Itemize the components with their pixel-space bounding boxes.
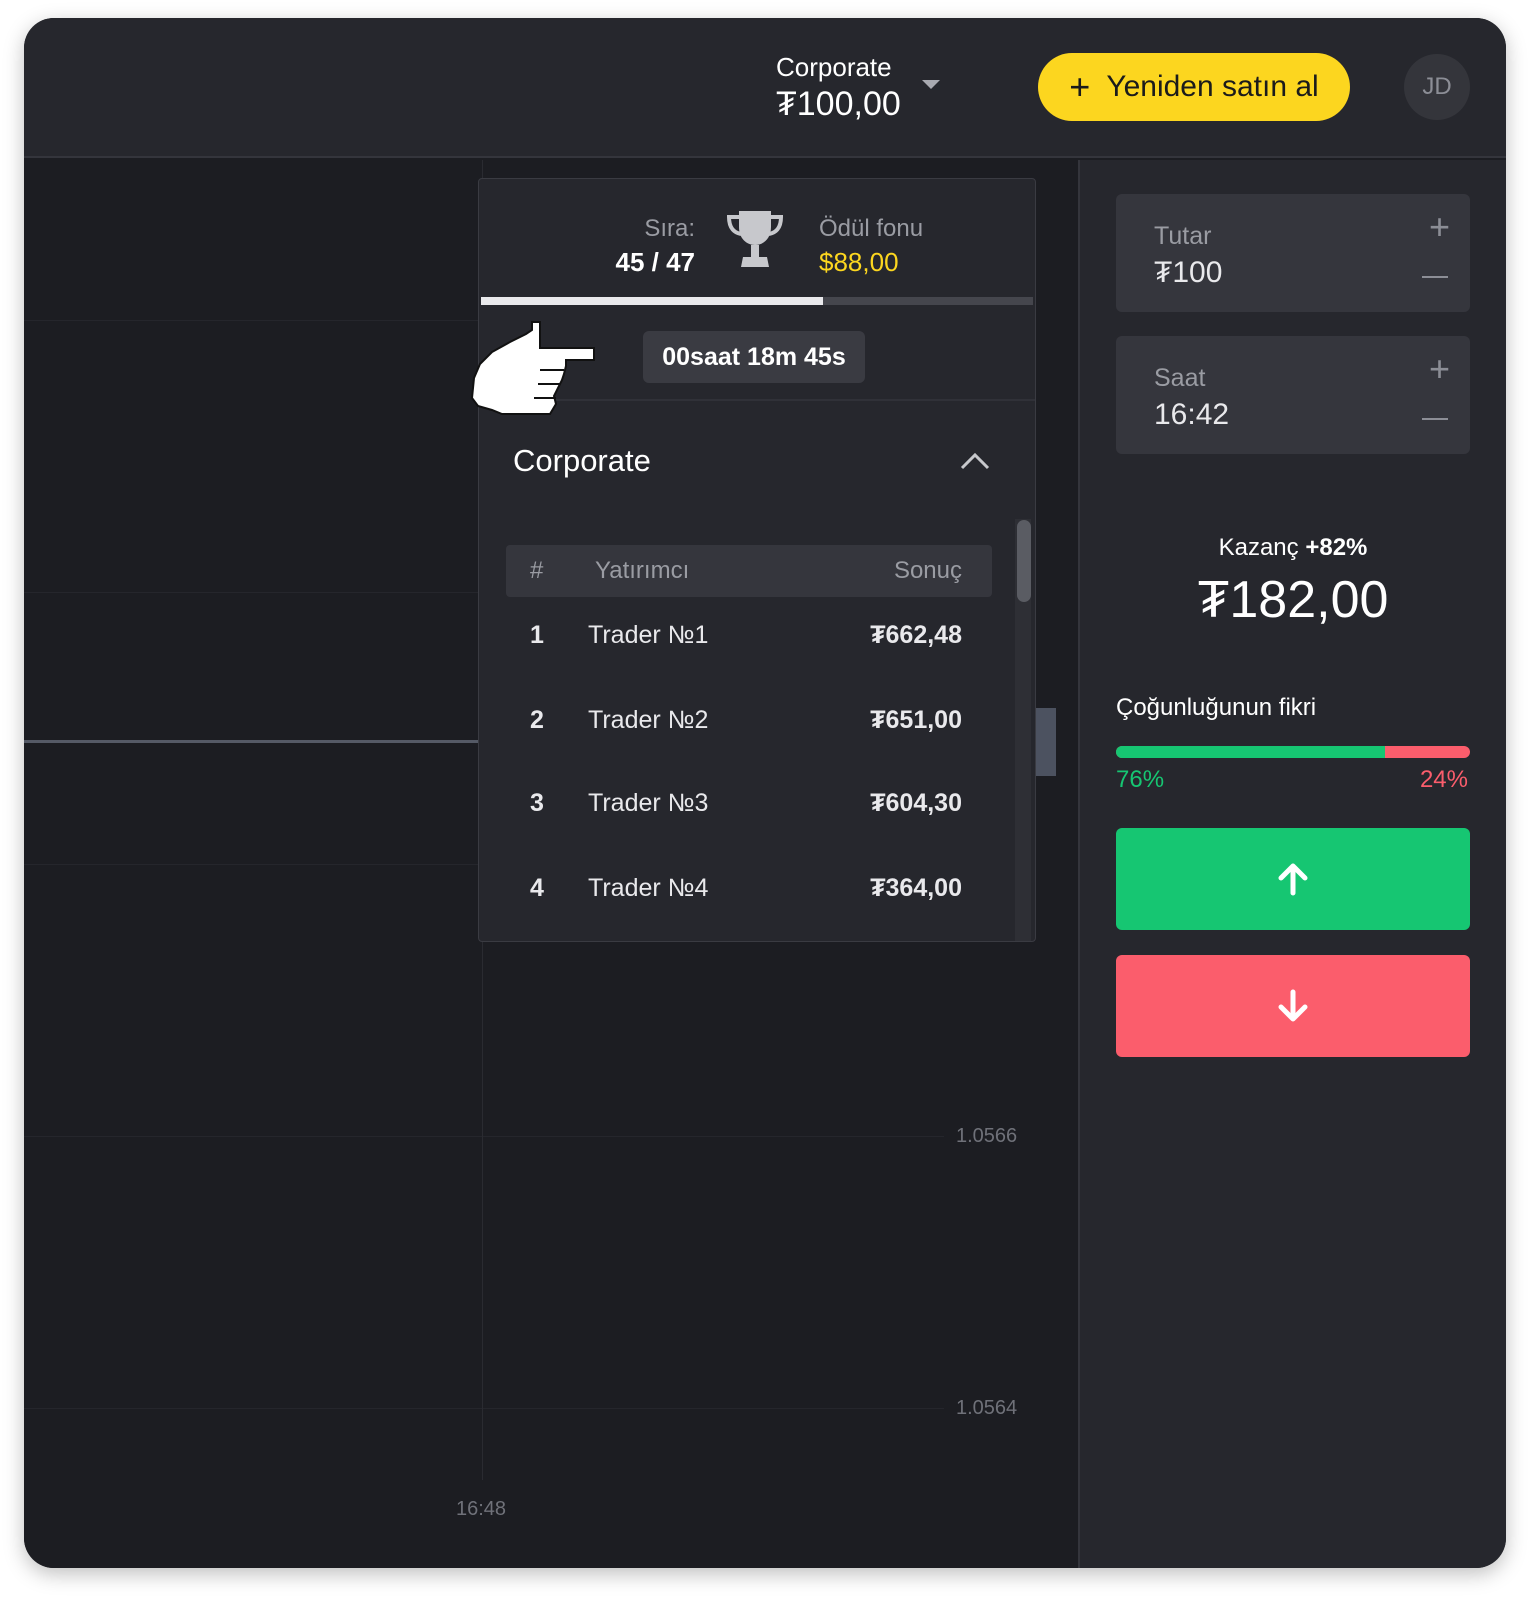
current-price-line xyxy=(24,740,478,743)
arrow-up-icon xyxy=(1278,863,1308,896)
trade-panel: Tutar ₮100 + Saat 16:42 + Kazanç +82% ₮1… xyxy=(1078,160,1506,1568)
plus-icon[interactable]: + xyxy=(1429,206,1450,248)
chevron-up-icon[interactable] xyxy=(959,451,991,471)
table-row: 3 Trader №3 ₮604,30 xyxy=(506,775,992,835)
account-balance: ₮100,00 xyxy=(776,85,901,123)
rebuy-label: Yeniden satın al xyxy=(1106,70,1319,103)
opinion-up-percent: 76% xyxy=(1116,766,1165,793)
top-bar: Corporate ₮100,00 + Yeniden satın al JD xyxy=(24,18,1506,158)
minus-icon[interactable] xyxy=(1422,276,1448,278)
row-rank: 4 xyxy=(530,874,544,902)
table-row: 2 Trader №2 ₮651,00 xyxy=(506,692,992,752)
row-trader: Trader №4 xyxy=(588,874,709,902)
account-name: Corporate xyxy=(776,52,892,82)
up-button[interactable] xyxy=(1116,828,1470,930)
trophy-icon xyxy=(726,211,784,267)
tournament-panel: Sıra: 45 / 47 Ödül fonu $88,00 00saat 18… xyxy=(478,178,1036,942)
tournament-progress xyxy=(481,297,1033,305)
price-axis-label: 1.0566 xyxy=(956,1125,1018,1147)
row-result: ₮651,00 xyxy=(870,706,962,734)
grid-line xyxy=(24,864,484,865)
opinion-title: Çoğunluğunun fikri xyxy=(1116,694,1317,721)
time-label: Saat xyxy=(1154,364,1206,392)
header-rank: # xyxy=(530,557,544,584)
amount-label: Tutar xyxy=(1154,222,1212,250)
row-result: ₮662,48 xyxy=(870,621,962,649)
profit-value: ₮182,00 xyxy=(1197,571,1389,629)
amount-value[interactable]: ₮100 xyxy=(1154,256,1222,290)
time-field[interactable]: Saat 16:42 + xyxy=(1116,336,1470,454)
app-window: Corporate ₮100,00 + Yeniden satın al JD … xyxy=(24,18,1506,1568)
time-value[interactable]: 16:42 xyxy=(1154,398,1229,432)
header-investor: Yatırımcı xyxy=(595,557,690,584)
table-row: 1 Trader №1 ₮662,48 xyxy=(506,607,992,667)
tournament-timer: 00saat 18m 45s xyxy=(643,331,865,383)
time-axis-label: 16:48 xyxy=(456,1498,507,1520)
price-marker xyxy=(1036,708,1056,776)
row-rank: 3 xyxy=(530,789,544,817)
down-button[interactable] xyxy=(1116,955,1470,1057)
header-result: Sonuç xyxy=(893,557,962,584)
opinion-bar-up xyxy=(1116,746,1386,758)
table-row: 4 Trader №4 ₮364,00 xyxy=(506,860,992,920)
caret-down-icon[interactable] xyxy=(922,80,940,89)
row-rank: 1 xyxy=(530,621,544,649)
plus-icon[interactable]: + xyxy=(1429,348,1450,390)
grid-line xyxy=(24,1408,944,1409)
price-axis-label: 1.0564 xyxy=(956,1397,1018,1419)
leaderboard-scroll-thumb[interactable] xyxy=(1017,520,1031,602)
row-trader: Trader №3 xyxy=(588,789,709,817)
amount-field[interactable]: Tutar ₮100 + xyxy=(1116,194,1470,312)
avatar[interactable]: JD xyxy=(1404,54,1470,120)
arrow-down-icon xyxy=(1278,989,1308,1022)
row-trader: Trader №1 xyxy=(588,621,709,649)
grid-line xyxy=(24,1136,944,1137)
profit-label-text: Kazanç xyxy=(1218,534,1299,561)
rank-value: 45 / 47 xyxy=(615,247,695,277)
rank-label: Sıra: xyxy=(644,215,695,242)
prize-fund-label: Ödül fonu xyxy=(819,215,924,242)
grid-line xyxy=(24,592,484,593)
row-result: ₮604,30 xyxy=(870,789,962,817)
tournament-name: Corporate xyxy=(513,443,651,478)
account-selector[interactable]: Corporate ₮100,00 xyxy=(776,52,901,124)
opinion-bar xyxy=(1116,746,1470,758)
leaderboard-header: # Yatırımcı Sonuç xyxy=(506,545,992,597)
tournament-progress-fill xyxy=(481,297,824,305)
rebuy-button[interactable]: + Yeniden satın al xyxy=(1038,53,1350,121)
profit-label: Kazanç +82% xyxy=(1080,534,1506,562)
minus-icon[interactable] xyxy=(1422,418,1448,420)
prize-fund-value: $88,00 xyxy=(819,247,899,277)
row-trader: Trader №2 xyxy=(588,706,709,734)
opinion-down-percent: 24% xyxy=(1419,766,1468,793)
plus-icon: + xyxy=(1069,66,1091,107)
row-result: ₮364,00 xyxy=(870,874,962,902)
hand-pointer-icon xyxy=(470,321,595,415)
row-rank: 2 xyxy=(530,706,544,734)
profit-percent: +82% xyxy=(1305,534,1368,561)
grid-line xyxy=(24,320,484,321)
